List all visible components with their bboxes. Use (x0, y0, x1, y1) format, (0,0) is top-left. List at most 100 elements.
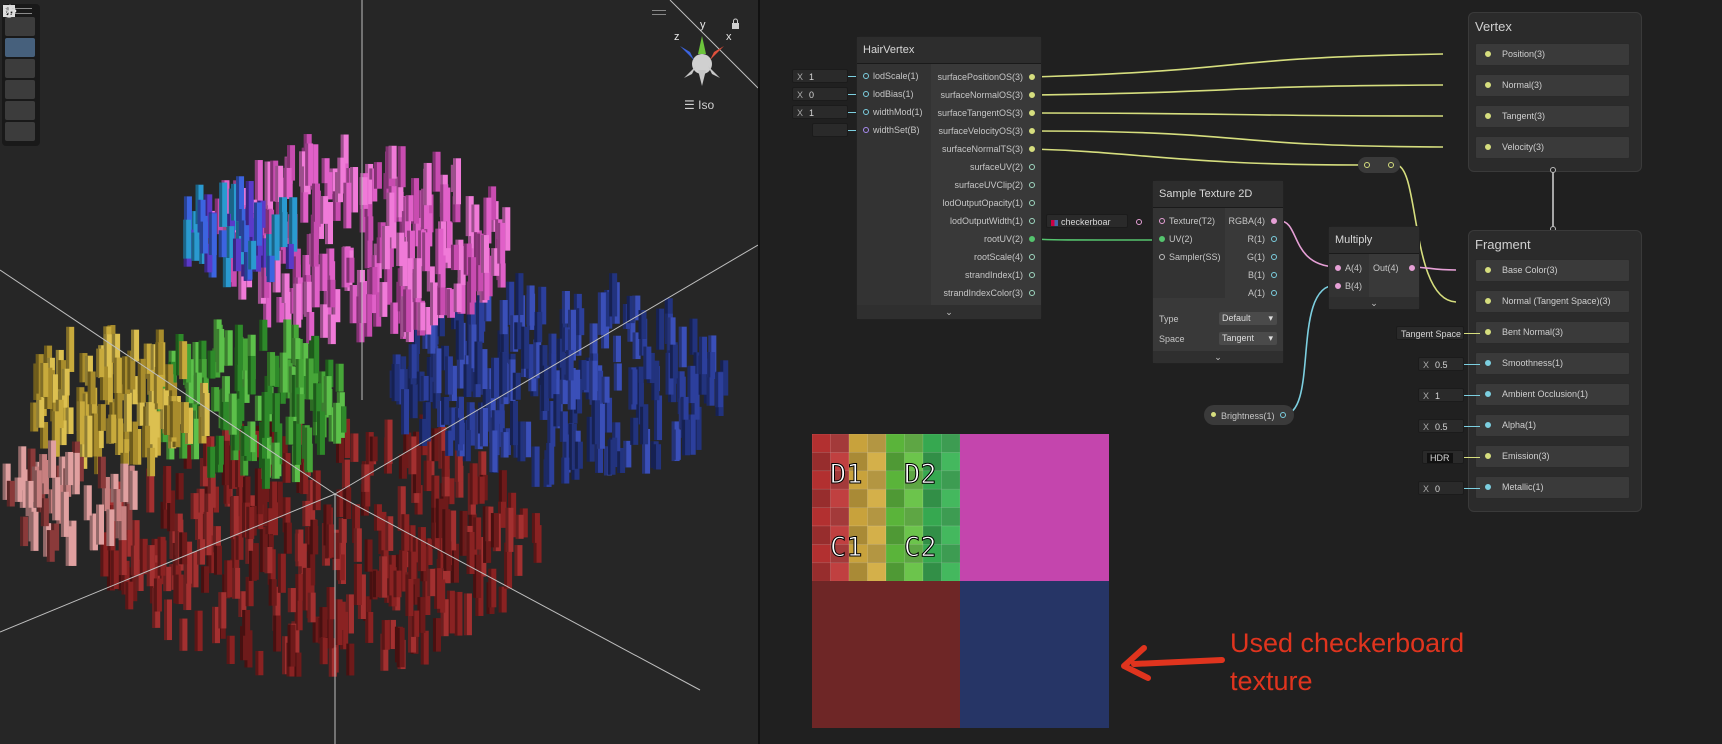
block-input-port[interactable] (1485, 82, 1491, 88)
out-output-port[interactable] (1409, 265, 1415, 271)
hair-output-port[interactable] (1029, 110, 1035, 116)
texture-output-port[interactable] (1271, 236, 1277, 242)
multiply-node[interactable]: Multiply A(4) B(4) Out(4) ⌄ (1328, 226, 1420, 310)
block-input-port[interactable] (1485, 267, 1491, 273)
fragment-block-row[interactable]: Metallic(1) (1475, 476, 1630, 499)
fragment-inline-field[interactable]: HDR (1422, 450, 1464, 464)
checkerboard-texture-field[interactable]: checkerboar (1046, 214, 1128, 228)
hair-output-port[interactable] (1029, 128, 1035, 134)
scene-view[interactable]: z y x ☰ Iso (0, 0, 760, 744)
fragment-inline-field[interactable]: X 0.5 (1418, 357, 1464, 371)
texture-input-port[interactable] (1159, 254, 1165, 260)
hair-output-port[interactable] (1029, 92, 1035, 98)
vertex-block-row[interactable]: Normal(3) (1475, 74, 1630, 97)
fragment-block-row[interactable]: Ambient Occlusion(1) (1475, 383, 1630, 406)
brightness-output-port[interactable] (1280, 412, 1286, 418)
hair-output-port[interactable] (1029, 74, 1035, 80)
hair-strand (97, 456, 106, 489)
block-input-port[interactable] (1485, 329, 1491, 335)
brightness-property-node[interactable]: Brightness(1) (1204, 405, 1294, 425)
hair-strand (505, 507, 514, 552)
scene-menu-icon[interactable] (652, 10, 666, 15)
texture-input-port[interactable] (1159, 236, 1165, 242)
hair-output-port[interactable] (1029, 164, 1035, 170)
block-input-port[interactable] (1485, 360, 1491, 366)
collapse-chevron-icon[interactable]: ⌄ (857, 305, 1041, 319)
hair-vertex-node[interactable]: HairVertex ⌄ lodScale(1) lodBias(1) widthM… (856, 36, 1042, 320)
hair-output-port[interactable] (1029, 290, 1035, 296)
fragment-context[interactable]: Fragment Base Color(3) Normal (Tangent Sp… (1468, 230, 1642, 512)
fragment-inline-field[interactable]: X0 (1418, 481, 1464, 495)
texture-output-port[interactable] (1271, 290, 1277, 296)
hand-icon[interactable] (4, 6, 35, 36)
hair-strand (295, 574, 304, 601)
space-dropdown[interactable]: Tangent (1219, 332, 1277, 345)
fragment-block-row[interactable]: Bent Normal(3) (1475, 321, 1630, 344)
block-input-port[interactable] (1485, 113, 1491, 119)
hair-output-port[interactable] (1029, 218, 1035, 224)
block-input-port[interactable] (1485, 391, 1491, 397)
vertex-block-row[interactable]: Tangent(3) (1475, 105, 1630, 128)
type-dropdown[interactable]: Default (1219, 312, 1277, 325)
fragment-block-row[interactable]: Normal (Tangent Space)(3) (1475, 290, 1630, 313)
hair-strand (640, 406, 649, 445)
block-input-port[interactable] (1485, 453, 1491, 459)
hair-strand (523, 421, 532, 458)
texture-output-port[interactable] (1271, 254, 1277, 260)
hair-input-field[interactable] (812, 123, 848, 137)
block-input-port[interactable] (1485, 144, 1491, 150)
texture-output-port[interactable] (1271, 272, 1277, 278)
hair-input-port[interactable] (863, 91, 869, 97)
scale-icon[interactable] (3, 5, 35, 99)
texture-input-port[interactable] (1159, 218, 1165, 224)
projection-toggle[interactable]: ☰ Iso (684, 98, 714, 112)
move-icon[interactable] (3, 4, 35, 57)
block-input-port[interactable] (1485, 484, 1491, 490)
fragment-block-row[interactable]: Smoothness(1) (1475, 352, 1630, 375)
collapse-chevron-icon[interactable]: ⌄ (1153, 351, 1283, 363)
collapse-chevron-icon[interactable]: ⌄ (1329, 297, 1419, 309)
hair-output-port[interactable] (1029, 254, 1035, 260)
scene-viewport[interactable]: z y x (0, 0, 758, 744)
orientation-gizmo[interactable]: z y x (674, 19, 732, 86)
sample-texture-2d-node[interactable]: Sample Texture 2D Texture(T2) UV(2) Sample… (1152, 180, 1284, 364)
block-input-port[interactable] (1485, 51, 1491, 57)
hair-input-port[interactable] (863, 109, 869, 115)
texture-output-port[interactable] (1271, 218, 1277, 224)
hair-output-port[interactable] (1029, 182, 1035, 188)
lock-icon[interactable] (732, 18, 739, 29)
hair-strand (113, 489, 122, 522)
b-input-port[interactable] (1335, 283, 1341, 289)
rect-icon[interactable] (3, 5, 35, 120)
hair-output-port[interactable] (1029, 272, 1035, 278)
hair-output-port[interactable] (1029, 200, 1035, 206)
hair-output-port[interactable] (1029, 236, 1035, 242)
fragment-block-row[interactable]: Alpha(1) (1475, 414, 1630, 437)
hair-strand (139, 538, 148, 575)
vertex-block-row[interactable]: Position(3) (1475, 43, 1630, 66)
vertex-block-row[interactable]: Velocity(3) (1475, 136, 1630, 159)
rotate-icon[interactable] (3, 5, 35, 78)
hair-strand (561, 457, 570, 484)
hair-output-port[interactable] (1029, 146, 1035, 152)
block-input-port[interactable] (1485, 422, 1491, 428)
reroute-node[interactable] (1358, 157, 1400, 173)
hair-strand (643, 346, 652, 380)
transform-icon[interactable] (3, 5, 35, 141)
hair-strand (194, 610, 203, 652)
fragment-inline-field[interactable]: X1 (1418, 388, 1464, 402)
hair-input-port[interactable] (863, 127, 869, 133)
fragment-block-row[interactable]: Emission(3) (1475, 445, 1630, 468)
vertex-context[interactable]: Vertex Position(3) Normal(3) Tangent(3) Vel… (1468, 12, 1642, 172)
hair-input-field[interactable]: X0 (792, 87, 848, 101)
hair-input-field[interactable]: X1 (792, 69, 848, 83)
hair-input-port[interactable] (863, 73, 869, 79)
hair-input-field[interactable]: X1 (792, 105, 848, 119)
fragment-inline-field[interactable]: Tangent Space (1396, 326, 1464, 340)
fragment-inline-field[interactable]: X 0.5 (1418, 419, 1464, 433)
block-input-port[interactable] (1485, 298, 1491, 304)
a-input-port[interactable] (1335, 265, 1341, 271)
fragment-block-row[interactable]: Base Color(3) (1475, 259, 1630, 282)
hair-output-label: rootScale(4) (973, 252, 1023, 262)
texture-output-port[interactable] (1136, 219, 1142, 225)
